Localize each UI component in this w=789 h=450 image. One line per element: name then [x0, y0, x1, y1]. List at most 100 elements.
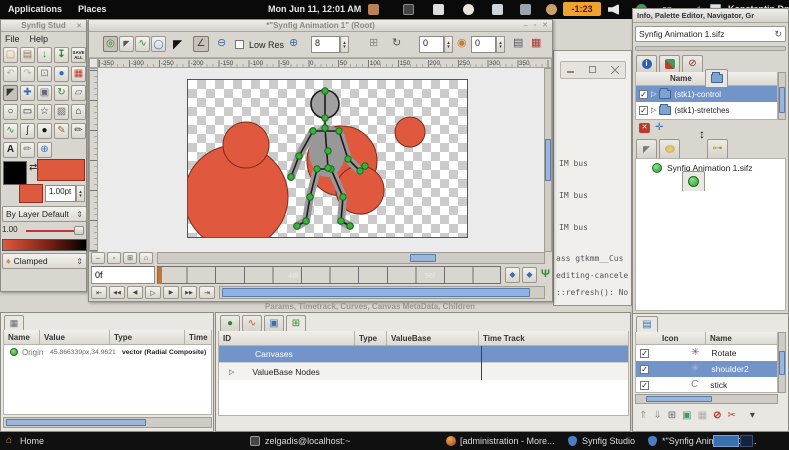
tab-canvases-green[interactable] — [682, 171, 705, 191]
new-doc-button[interactable]: ▢ — [3, 47, 18, 63]
zoom-out-icon[interactable]: ⊖ — [217, 38, 226, 49]
sketch-tool-button[interactable]: ✎ — [54, 123, 69, 139]
next-keyframe-button[interactable]: ▶▶ — [181, 286, 197, 299]
past-keyframe-lock-button[interactable]: ◆ — [505, 267, 520, 283]
encapsulate-layer-icon[interactable]: ▦ — [698, 411, 707, 421]
text-tool-button[interactable]: A — [3, 142, 18, 158]
transform-tool-button[interactable]: ◤ — [3, 85, 18, 101]
children-tab-library[interactable]: ⊞ — [286, 315, 306, 331]
future-keyframe-lock-button[interactable]: ◆ — [522, 267, 537, 283]
layer-checkbox[interactable]: ✓ — [640, 365, 649, 374]
delete-canvas-icon[interactable]: ✕ — [639, 123, 650, 133]
prev-keyframe-button[interactable]: ◀◀ — [109, 286, 125, 299]
play-button[interactable]: ▷ — [145, 286, 161, 299]
circle-tool-button[interactable]: ○ — [3, 104, 18, 120]
tab-params-arrow[interactable]: ◤ — [636, 139, 657, 158]
param-row-origin[interactable]: Origin 45.866339px,34.9621 vector (Radia… — [4, 345, 211, 359]
width-tool-button[interactable]: ✏ — [20, 142, 35, 158]
layers-vscrollbar[interactable] — [778, 332, 786, 393]
scale-tool-button[interactable]: ▱ — [71, 85, 86, 101]
timetrack-scrollbar[interactable] — [219, 286, 545, 299]
toolbox-titlebar[interactable]: Synfig Stud ✕ — [1, 20, 86, 32]
params-tab[interactable]: ▦ — [4, 315, 24, 330]
save-all-button[interactable]: SAVE ALL — [71, 47, 86, 63]
delete-layer-icon[interactable]: ⊘ — [713, 411, 721, 421]
redo-button[interactable]: ↷ — [20, 66, 35, 82]
menu-file[interactable]: File — [5, 34, 20, 44]
add-layer-icon[interactable]: ▣ — [682, 411, 691, 421]
inkline-tool-button[interactable]: ʃ — [20, 123, 35, 139]
show-guides-toggle[interactable]: ∿ — [135, 36, 150, 52]
tab-info[interactable]: i — [636, 55, 657, 72]
render-icon[interactable]: ▤ — [513, 38, 523, 49]
file-combo[interactable]: Synfig Animation 1.sifz ↻ — [635, 26, 786, 42]
terminal-maximize-icon[interactable] — [589, 66, 596, 73]
preview-options-icon[interactable]: ▦ — [531, 38, 541, 49]
about-button[interactable]: ● — [54, 66, 69, 82]
spline-tool-button[interactable]: ∿ — [3, 123, 18, 139]
library-row-canvases[interactable]: Canvases — [219, 346, 628, 363]
layers-tab[interactable]: ▤ — [636, 316, 658, 332]
taskbar-item-browser[interactable]: [administration - More... — [460, 436, 555, 446]
refresh-icon[interactable]: ↻ — [392, 38, 401, 49]
layer-row-stick[interactable]: ✓ C stick — [636, 377, 777, 393]
quality-value[interactable]: 8 — [311, 36, 340, 53]
places-menu[interactable]: Places — [78, 4, 107, 14]
taskbar-item-home[interactable]: Home — [20, 436, 44, 446]
time-field[interactable] — [91, 266, 155, 284]
zoom-tool-button[interactable]: ⊕ — [37, 142, 52, 158]
smooth-move-tool-button[interactable]: ✚ — [20, 85, 35, 101]
tab-swatches[interactable] — [659, 139, 680, 158]
menu-help[interactable]: Help — [30, 34, 49, 44]
children-tab-curves[interactable]: ∿ — [242, 315, 262, 331]
layers-hscrollbar[interactable] — [635, 394, 778, 404]
fill-color-swatch[interactable] — [19, 184, 43, 203]
past-onion-spinner[interactable]: 0 ▴▾ — [419, 36, 453, 53]
star-tool-button[interactable]: ☆ — [37, 104, 52, 120]
current-gradient-swatch[interactable] — [37, 159, 85, 181]
library-row-valuebase[interactable]: ▷ ValueBase Nodes — [219, 363, 628, 380]
reset-colors-button[interactable]: ▦ — [71, 66, 86, 82]
next-frame-button[interactable]: ▶ — [163, 286, 179, 299]
raise-layer-icon[interactable]: ⇑ — [639, 411, 647, 421]
more-icon[interactable]: ▾ — [750, 411, 755, 421]
layers-header[interactable]: Icon Name — [635, 332, 778, 345]
tray-hand-icon[interactable] — [546, 4, 557, 15]
library-header[interactable]: ID Type ValueBase Time Track — [218, 331, 629, 346]
workspace-switcher[interactable] — [713, 435, 739, 447]
calendar-icon[interactable] — [368, 4, 379, 15]
canvas-hscrollbar[interactable] — [157, 252, 545, 264]
clock[interactable]: Mon Jun 11, 12:01 AM — [268, 4, 361, 14]
canvas-minimize-view-button[interactable]: – — [91, 252, 105, 264]
tab-canvas-browser[interactable] — [705, 69, 728, 87]
applications-menu[interactable]: Applications — [8, 4, 62, 14]
canvas-view[interactable] — [98, 68, 544, 252]
layer-checkbox[interactable]: ✓ — [640, 381, 649, 390]
snap-grid-toggle[interactable]: ◤ — [119, 36, 134, 52]
canvas-home-button[interactable]: ⌂ — [139, 252, 153, 264]
group-layer-icon[interactable]: ⊞ — [668, 411, 676, 421]
timebar[interactable]: 48f 96f — [157, 266, 501, 284]
canvas-minimize-icon[interactable]: – — [524, 22, 530, 29]
toolbox-close-icon[interactable]: ✕ — [76, 23, 84, 30]
layer-row-shoulder2[interactable]: ✓ ✳ shoulder2 — [636, 361, 777, 377]
seek-end-button[interactable]: ⇥ — [199, 286, 215, 299]
workspace-switcher-2[interactable] — [740, 435, 753, 447]
gradient-tool-button[interactable]: ▩ — [54, 104, 69, 120]
lower-layer-icon[interactable]: ⇓ — [653, 411, 661, 421]
cut-layer-icon[interactable]: ✂ — [727, 411, 735, 421]
terminal-window[interactable]: IM bus IM bus IM bus ass gtkmm__Cus edit… — [553, 50, 632, 306]
tray-mic-icon[interactable] — [403, 4, 414, 15]
params-hscrollbar[interactable] — [3, 417, 212, 428]
horizontal-ruler[interactable]: -350-300-250-200-150-100-500501001502002… — [98, 58, 552, 68]
children-tab-meta[interactable]: ▣ — [264, 315, 284, 331]
add-canvas-icon[interactable]: ✛ — [655, 123, 663, 133]
undo-button[interactable]: ↶ — [3, 66, 18, 82]
past-onion-value[interactable]: 0 — [419, 36, 444, 53]
expander-icon[interactable]: ▷ — [651, 90, 656, 98]
taskbar-item-terminal[interactable]: zelgadis@localhost:~ — [265, 436, 350, 446]
grid-icon[interactable]: ⊞ — [369, 38, 378, 49]
expander-icon[interactable]: ▷ — [651, 106, 656, 114]
rotate-tool-button[interactable]: ↻ — [54, 85, 69, 101]
default-mode-combo[interactable]: By Layer Default ⇕ — [2, 206, 87, 222]
